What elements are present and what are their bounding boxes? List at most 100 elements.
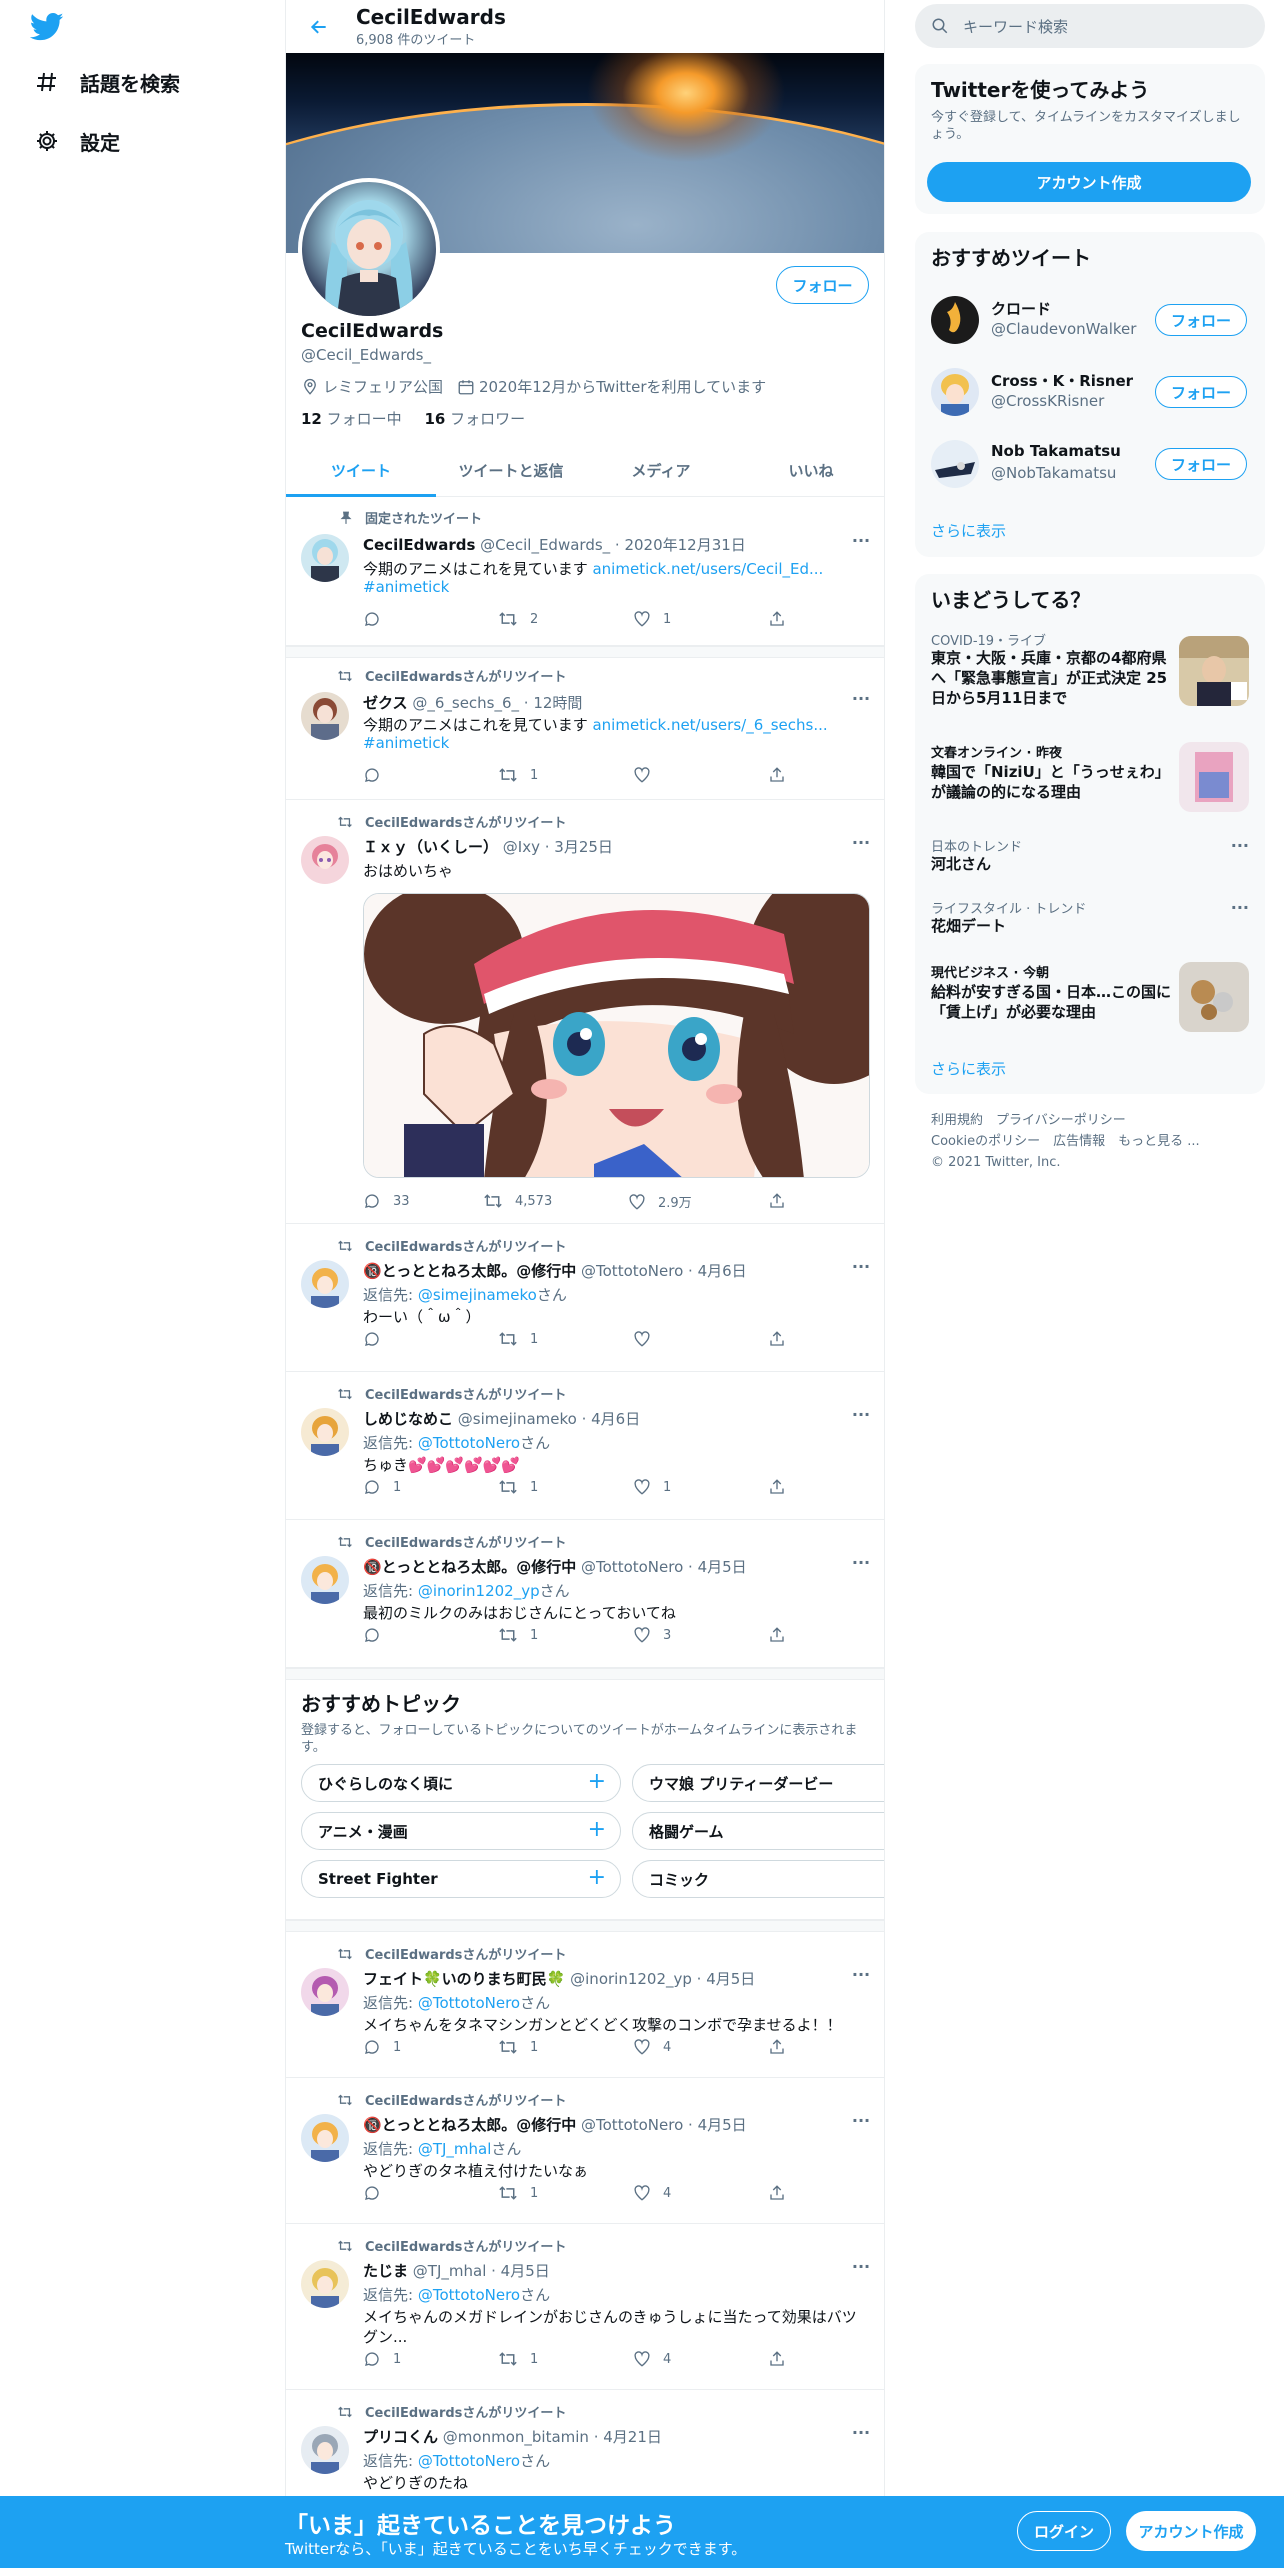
tweet[interactable]: CecilEdwardsさんがリツイート たじま @TJ_mhal · 4月5日 ·…: [286, 2224, 884, 2390]
tab-tweets[interactable]: ツイート: [286, 445, 436, 497]
topic-chip[interactable]: コミック: [632, 1860, 884, 1898]
footer-line[interactable]: 利用規約 プライバシーポリシー: [931, 1110, 1261, 1131]
signup-button[interactable]: アカウント作成: [1126, 2511, 1256, 2551]
reply-to-link[interactable]: @TJ_mhal: [418, 2140, 492, 2158]
show-more-link[interactable]: さらに表示: [931, 520, 1006, 541]
share-button[interactable]: [768, 1330, 798, 1348]
more-icon[interactable]: ···: [851, 533, 871, 554]
nav-settings[interactable]: 設定: [34, 121, 120, 161]
share-button[interactable]: [768, 610, 798, 628]
follow-button[interactable]: フォロー: [1155, 448, 1247, 480]
tab-tweets-replies[interactable]: ツイートと返信: [436, 445, 586, 496]
footer-line[interactable]: Cookieのポリシー 広告情報 もっと見る ...: [931, 1131, 1261, 1152]
share-button[interactable]: [768, 1192, 798, 1210]
share-button[interactable]: [768, 2184, 798, 2202]
avatar[interactable]: [301, 1968, 349, 2016]
nav-explore[interactable]: 話題を検索: [34, 62, 180, 102]
reply-button[interactable]: [363, 1330, 393, 1348]
avatar[interactable]: [301, 692, 349, 740]
avatar[interactable]: [301, 2260, 349, 2308]
more-icon[interactable]: ···: [851, 2259, 871, 2280]
reply-button[interactable]: [363, 2184, 393, 2202]
more-icon[interactable]: ···: [851, 1407, 871, 1428]
retweet-button[interactable]: 1: [498, 766, 538, 784]
avatar[interactable]: [301, 2114, 349, 2162]
topic-chip[interactable]: Street Fighter +: [301, 1860, 621, 1898]
plus-icon[interactable]: +: [588, 1771, 606, 1793]
tweet[interactable]: CecilEdwardsさんがリツイート 🔞とっととねろ太郎。@修行中 @Tott…: [286, 1520, 884, 1668]
more-icon[interactable]: ···: [851, 691, 871, 712]
tweet-media-image[interactable]: [363, 893, 870, 1178]
like-button[interactable]: 1: [633, 610, 671, 628]
tab-media[interactable]: メディア: [586, 445, 736, 496]
topic-chip[interactable]: 格闘ゲーム: [632, 1812, 884, 1850]
tweet[interactable]: CecilEdwardsさんがリツイート フェイト🍀いのりまち町民🍀 @inori…: [286, 1932, 884, 2078]
retweet-button[interactable]: 4,573: [483, 1192, 552, 1210]
tweet[interactable]: CecilEdwardsさんがリツイート しめじなめこ @simejinameko…: [286, 1372, 884, 1520]
suggested-user[interactable]: クロード @ClaudevonWalker フォロー: [915, 284, 1265, 356]
avatar[interactable]: [931, 368, 979, 416]
share-button[interactable]: [768, 766, 798, 784]
following-link[interactable]: 12 フォロー中: [301, 410, 402, 428]
tweet[interactable]: CecilEdwardsさんがリツイート 🔞とっととねろ太郎。@修行中 @Tott…: [286, 2078, 884, 2224]
reply-button[interactable]: 1: [363, 2038, 401, 2056]
retweet-button[interactable]: 1: [498, 2350, 538, 2368]
tweet[interactable]: CecilEdwardsさんがリツイート Ｉｘｙ（いくしー） @Ixy · 3月…: [286, 800, 884, 1224]
share-button[interactable]: [768, 2038, 798, 2056]
reply-to-link[interactable]: @TottotoNero: [418, 1434, 520, 1452]
trend-item[interactable]: 現代ビジネス · 今朝 給料が安すぎる国・日本…この国に「賃上げ」が必要な理由: [915, 962, 1265, 1042]
reply-button[interactable]: [363, 766, 393, 784]
back-arrow-icon[interactable]: [304, 12, 334, 42]
reply-button[interactable]: 1: [363, 2350, 401, 2368]
share-button[interactable]: [768, 2350, 798, 2368]
more-icon[interactable]: ···: [851, 1555, 871, 1576]
avatar[interactable]: [301, 534, 349, 582]
avatar[interactable]: [301, 1556, 349, 1604]
more-icon[interactable]: ···: [851, 835, 871, 856]
like-button[interactable]: 4: [633, 2350, 671, 2368]
more-icon[interactable]: ···: [1231, 836, 1249, 855]
topic-chip[interactable]: アニメ・漫画 +: [301, 1812, 621, 1850]
reply-to-link[interactable]: @TottotoNero: [418, 2452, 520, 2470]
like-button[interactable]: 3: [633, 1626, 671, 1644]
tweet[interactable]: 固定されたツイート CecilEdwards @Cecil_Edwards_ ·…: [286, 498, 884, 646]
suggested-user[interactable]: Cross・K・Risner @CrossKRisner フォロー: [915, 356, 1265, 428]
avatar[interactable]: [931, 296, 979, 344]
show-more-link[interactable]: さらに表示: [931, 1058, 1006, 1079]
more-icon[interactable]: ···: [851, 2113, 871, 2134]
like-button[interactable]: 1: [633, 1478, 671, 1496]
avatar[interactable]: [301, 836, 349, 884]
reply-to-link[interactable]: @simejinameko: [418, 1286, 537, 1304]
plus-icon[interactable]: +: [588, 1819, 606, 1841]
login-button[interactable]: ログイン: [1017, 2511, 1111, 2551]
reply-button[interactable]: [363, 610, 393, 628]
trend-item[interactable]: COVID-19・ライブ 東京・大阪・兵庫・京都の4都府県へ「緊急事態宣言」が正…: [915, 630, 1265, 726]
reply-button[interactable]: 1: [363, 1478, 401, 1496]
like-button[interactable]: [633, 1330, 663, 1348]
follow-button[interactable]: フォロー: [1155, 376, 1247, 408]
profile-avatar[interactable]: [298, 178, 440, 320]
like-button[interactable]: 2.9万: [628, 1192, 692, 1211]
retweet-button[interactable]: 1: [498, 2038, 538, 2056]
plus-icon[interactable]: +: [588, 1867, 606, 1889]
followers-link[interactable]: 16 フォロワー: [424, 410, 525, 428]
follow-button[interactable]: フォロー: [1155, 304, 1247, 336]
more-icon[interactable]: ···: [1231, 898, 1249, 917]
retweet-button[interactable]: 1: [498, 1626, 538, 1644]
reply-to-link[interactable]: @inorin1202_yp: [418, 1582, 540, 1600]
suggested-user[interactable]: Nob Takamatsu @NobTakamatsu フォロー: [915, 428, 1265, 500]
tweet[interactable]: CecilEdwardsさんがリツイート 🔞とっととねろ太郎。@修行中 @Tott…: [286, 1224, 884, 1372]
retweet-button[interactable]: 1: [498, 1478, 538, 1496]
trend-item[interactable]: 文春オンライン · 昨夜 韓国で「NiziU」と「うっせぇわ」が議論の的になる理…: [915, 742, 1265, 822]
share-button[interactable]: [768, 1626, 798, 1644]
hashtag-link[interactable]: #animetick: [363, 578, 449, 596]
reply-to-link[interactable]: @TottotoNero: [418, 2286, 520, 2304]
twitter-logo-icon[interactable]: [30, 12, 64, 42]
topic-chip[interactable]: ウマ娘 プリティーダービー: [632, 1764, 884, 1802]
hashtag-link[interactable]: #animetick: [363, 734, 449, 752]
tweet-link[interactable]: animetick.net/users/_6_sechs...: [592, 716, 827, 734]
tweet-link[interactable]: animetick.net/users/Cecil_Ed...: [592, 560, 823, 578]
more-icon[interactable]: ···: [851, 1967, 871, 1988]
avatar[interactable]: [301, 2426, 349, 2474]
search-input[interactable]: キーワード検索: [915, 4, 1265, 48]
